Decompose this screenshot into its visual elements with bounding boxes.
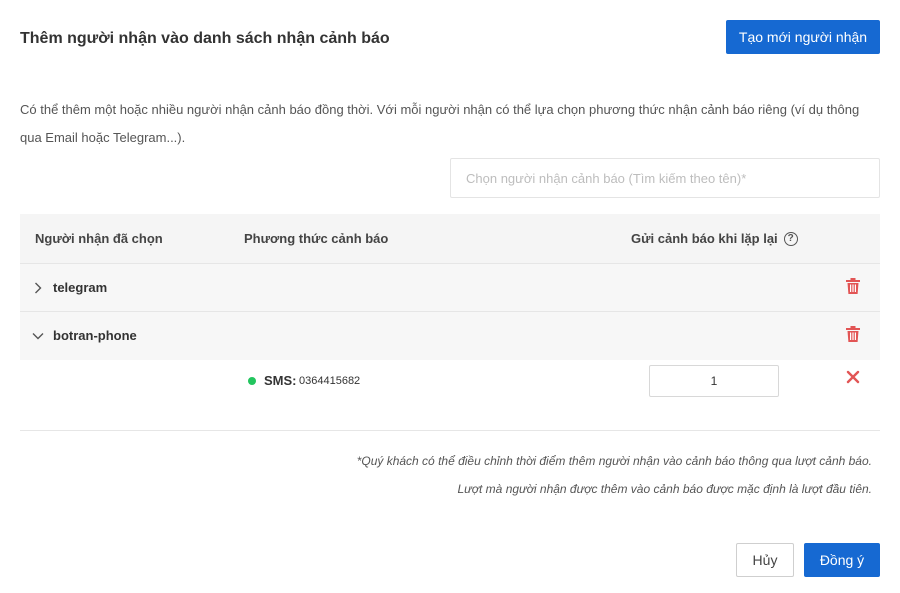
help-icon[interactable]: ? [783,232,798,246]
modal-title: Thêm người nhận vào danh sách nhận cảnh … [20,30,390,47]
recipient-name: telegram [53,280,108,295]
recipient-search-input[interactable] [450,158,880,198]
recipient-name: botran-phone [53,328,137,343]
chevron-down-icon[interactable] [32,328,44,344]
cancel-button[interactable]: Hủy [736,543,794,577]
method-row: SMS: 0364415682 [20,360,880,408]
column-header-repeat: Gửi cảnh báo khi lặp lại ? [631,214,798,264]
close-icon[interactable] [846,370,860,384]
column-header-method: Phương thức cảnh báo [244,231,389,246]
divider [20,430,880,431]
footnote: *Quý khách có thể điều chỉnh thời điểm t… [356,454,872,468]
add-recipient-modal: Thêm người nhận vào danh sách nhận cảnh … [0,0,900,593]
table-row[interactable]: botran-phone [20,312,880,360]
status-dot [248,377,256,385]
chevron-right-icon[interactable] [32,280,44,296]
table-header: Người nhận đã chọn Phương thức cảnh báo … [20,214,880,264]
trash-icon[interactable] [846,278,860,294]
table-row[interactable]: telegram [20,264,880,312]
create-recipient-button[interactable]: Tạo mới người nhận [726,20,880,54]
confirm-button[interactable]: Đồng ý [804,543,880,577]
column-header-repeat-label: Gửi cảnh báo khi lặp lại [631,231,778,246]
trash-icon[interactable] [846,326,860,342]
method-value: 0364415682 [299,375,361,387]
footnote: Lượt mà người nhận được thêm vào cảnh bá… [457,482,872,496]
column-header-recipient: Người nhận đã chọn [35,231,163,246]
method-type-label: SMS: [264,373,297,388]
modal-description: Có thể thêm một hoặc nhiều người nhận cả… [20,102,860,145]
repeat-count-input[interactable] [649,365,779,397]
